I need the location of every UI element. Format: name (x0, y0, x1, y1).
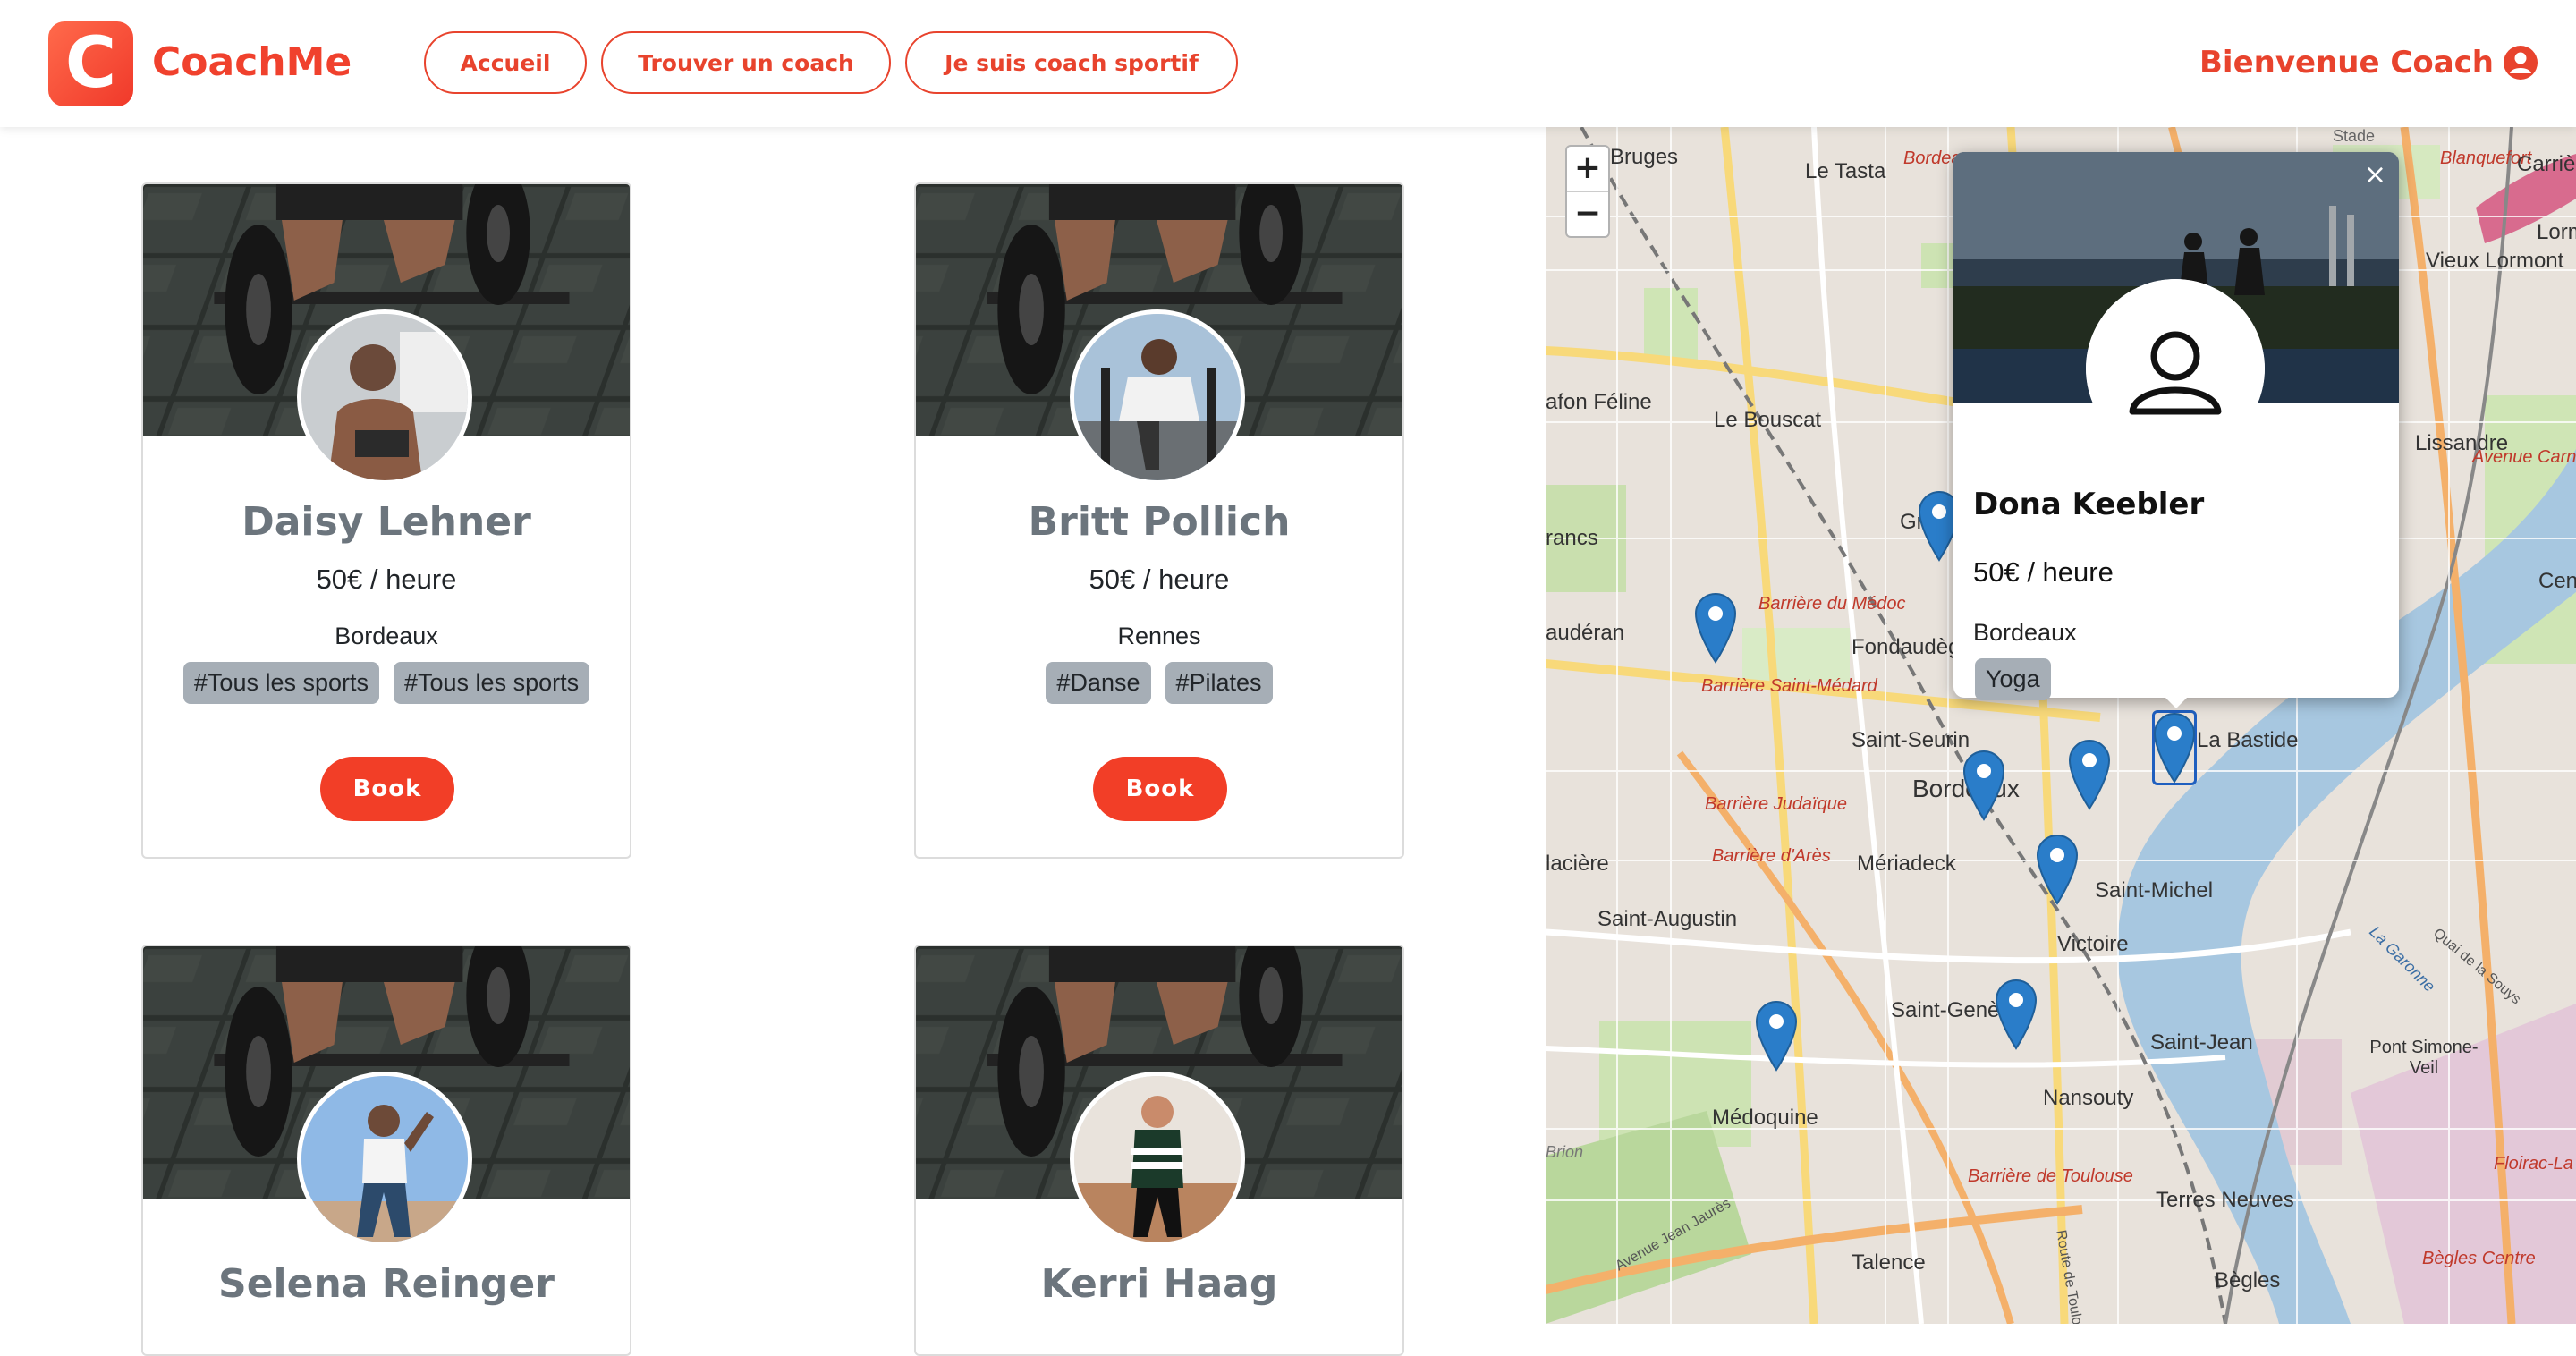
nav-trouver-coach-button[interactable]: Trouver un coach (601, 31, 891, 94)
coach-price: 50€ / heure (316, 564, 457, 595)
coach-name[interactable]: Selena Reinger (143, 1261, 630, 1307)
map-label: Médoquine (1712, 1106, 1818, 1130)
map-label: Lorm (2537, 220, 2576, 244)
coach-city: Rennes (1117, 623, 1201, 649)
map-label: Avenue Carnot (2472, 447, 2576, 467)
welcome-text[interactable]: Bienvenue Coach (2199, 36, 2494, 89)
coach-name[interactable]: Britt Pollich (916, 499, 1402, 545)
zoom-control: + − (1565, 145, 1610, 238)
map-label: Victoire (2057, 932, 2129, 956)
coach-tags: #Danse #Pilates (916, 662, 1402, 704)
coach-card[interactable]: Kerri Haag (914, 945, 1404, 1356)
map-marker-icon[interactable] (2066, 737, 2113, 810)
map-label: Saint-Augustin (1597, 907, 1738, 931)
map-label: Bruges (1610, 145, 1679, 169)
map-label: Saint-Jean (2150, 1030, 2253, 1055)
map-label: Saint-Seurin (1852, 728, 1970, 752)
popup-sport-tag: Yoga (1975, 658, 2051, 700)
coach-map[interactable]: Bruges Le Tasta Bordeaux Blanquefort Car… (1546, 127, 2576, 1324)
map-label: Bègles (2215, 1268, 2281, 1292)
zoom-out-button[interactable]: − (1567, 192, 1608, 236)
coach-city: Bordeaux (335, 623, 438, 649)
map-marker-icon[interactable] (1993, 977, 2039, 1050)
map-label: Barrière du Médoc (1758, 594, 1906, 614)
sport-tag: #Pilates (1165, 662, 1273, 704)
map-label: Ceno (2538, 569, 2576, 593)
map-label: Barrière de Toulouse (1968, 1166, 2133, 1186)
avatar (297, 309, 472, 485)
book-button[interactable]: Book (1093, 757, 1227, 821)
map-label: Floirac-La Souys (2494, 1154, 2576, 1174)
map-label: Barrière d'Arès (1712, 846, 1831, 866)
coach-name[interactable]: Kerri Haag (916, 1261, 1402, 1307)
avatar (1070, 309, 1245, 485)
map-label: Carrière (2517, 152, 2576, 176)
map-label: Terres Neuves (2156, 1188, 2294, 1212)
logo-letter: C (64, 23, 117, 104)
coach-price: 50€ / heure (1089, 564, 1230, 595)
map-label: Bègles Centre (2422, 1249, 2536, 1268)
sport-tag: #Tous les sports (394, 662, 590, 704)
coach-card[interactable]: Daisy Lehner 50€ / heure Bordeaux #Tous … (141, 182, 631, 859)
map-label: Le Bouscat (1714, 408, 1822, 432)
nav-coach-sportif-button[interactable]: Je suis coach sportif (905, 31, 1238, 94)
popup-close-button[interactable]: × (2364, 159, 2386, 191)
coach-tags: #Tous les sports #Tous les sports (143, 662, 630, 704)
map-label: Barrière Judaïque (1705, 794, 1847, 814)
avatar (1070, 1072, 1245, 1247)
map-label: Stade (2333, 127, 2376, 145)
map-label: La Bastide (2197, 728, 2299, 752)
popup-coach-price: 50€ / heure (1973, 556, 2114, 588)
coach-name[interactable]: Daisy Lehner (143, 499, 630, 545)
selected-map-marker-icon[interactable] (2151, 710, 2198, 784)
map-label: Brion (1546, 1143, 1584, 1161)
brand-name[interactable]: CoachMe (152, 36, 352, 89)
map-label: afon Féline (1546, 390, 1652, 414)
map-marker-icon[interactable] (2034, 832, 2080, 905)
sport-tag: #Danse (1046, 662, 1151, 704)
map-label: audéran (1546, 621, 1625, 645)
sport-tag: #Tous les sports (182, 662, 379, 704)
map-label: Saint-Michel (2095, 878, 2214, 903)
popup-coach-name: Dona Keebler (1973, 487, 2205, 522)
popup-coach-city: Bordeaux (1973, 619, 2077, 646)
coach-card[interactable]: Britt Pollich 50€ / heure Rennes #Danse … (914, 182, 1404, 859)
map-label: rancs (1546, 526, 1598, 550)
avatar (297, 1072, 472, 1247)
coach-map-popup: × Dona Keebler 50€ / heure Bordeaux Yoga (1953, 152, 2399, 708)
map-label: Le Tasta (1805, 159, 1886, 183)
popup-tip (2160, 692, 2192, 708)
logo-icon[interactable]: C (48, 21, 133, 106)
map-label: Vieux Lormont (2426, 249, 2564, 273)
user-placeholder-icon (2086, 279, 2265, 458)
nav-accueil-button[interactable]: Accueil (424, 31, 587, 94)
map-marker-icon[interactable] (1961, 748, 2007, 821)
map-label: Talence (1852, 1250, 1926, 1275)
map-label: Pont Simone-Veil (2369, 1038, 2479, 1078)
map-marker-icon[interactable] (1692, 590, 1739, 664)
coach-card[interactable]: Selena Reinger (141, 945, 631, 1356)
map-label: lacière (1546, 852, 1609, 876)
map-label: Barrière Saint-Médard (1701, 676, 1877, 696)
zoom-in-button[interactable]: + (1567, 147, 1608, 192)
user-circle-icon[interactable] (2503, 45, 2538, 81)
map-marker-icon[interactable] (1753, 998, 1800, 1072)
map-label: Mériadeck (1857, 852, 1956, 876)
book-button[interactable]: Book (320, 757, 454, 821)
top-navbar: C CoachMe Accueil Trouver un coach Je su… (0, 0, 2576, 127)
map-label: Nansouty (2043, 1086, 2134, 1110)
